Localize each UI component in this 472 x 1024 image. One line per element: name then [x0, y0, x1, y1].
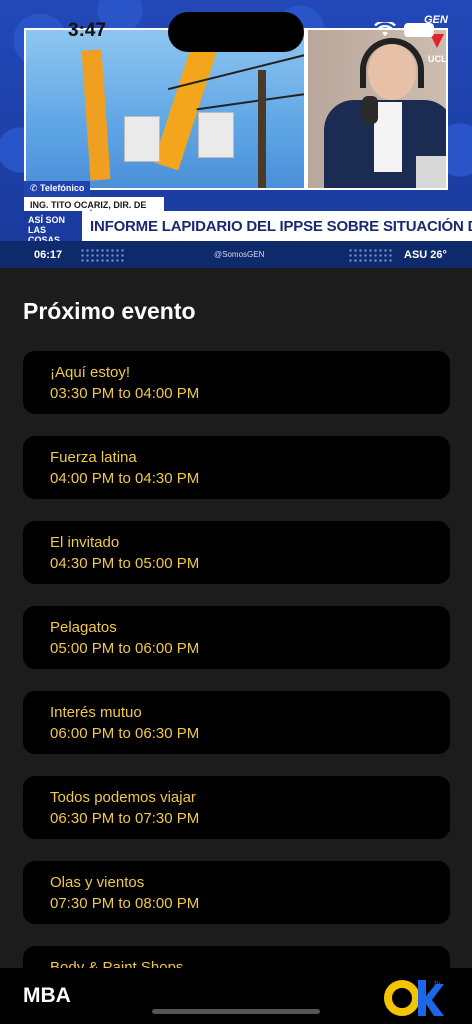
event-title: Todos podemos viajar	[50, 789, 196, 806]
utility-pole	[258, 70, 266, 188]
event-card[interactable]: Todos podemos viajar 06:30 PM to 07:30 P…	[23, 776, 450, 839]
event-title: Olas y vientos	[50, 874, 145, 891]
event-card[interactable]: Pelagatos 05:00 PM to 06:00 PM	[23, 606, 450, 669]
event-list: ¡Aquí estoy! 03:30 PM to 04:00 PM Fuerza…	[23, 351, 450, 1024]
event-title: El invitado	[50, 534, 120, 551]
aerial-bucket	[198, 112, 234, 158]
status-time: 3:47	[68, 20, 107, 41]
headline-text: INFORME LAPIDARIO DEL IPPSE SOBRE SITUAC…	[90, 217, 472, 235]
event-card[interactable]: Interés mutuo 06:00 PM to 06:30 PM	[23, 691, 450, 754]
ticker-dots	[80, 247, 124, 262]
news-ticker: 06:17 @SomosGEN ASU 26°	[0, 241, 472, 268]
microphone	[362, 96, 378, 124]
host-shirt	[374, 102, 402, 172]
status-icons	[374, 22, 434, 38]
ucl-label: UCL	[428, 54, 447, 64]
power-line	[196, 91, 304, 111]
home-indicator[interactable]	[152, 1009, 320, 1014]
phone-icon: ✆	[30, 183, 41, 193]
field-footage-panel	[24, 28, 306, 190]
crane-arm	[81, 49, 111, 181]
ticker-weather: ASU 26°	[404, 248, 447, 261]
event-time: 03:30 PM to 04:00 PM	[50, 385, 200, 402]
event-time: 04:00 PM to 04:30 PM	[50, 470, 200, 487]
event-time: 07:30 PM to 08:00 PM	[50, 895, 200, 912]
event-title: Fuerza latina	[50, 449, 137, 466]
event-card[interactable]: Fuerza latina 04:00 PM to 04:30 PM	[23, 436, 450, 499]
event-time: 06:30 PM to 07:30 PM	[50, 810, 200, 827]
ticker-time: 06:17	[34, 248, 63, 261]
event-title: Pelagatos	[50, 619, 117, 636]
ok-logo-sub: tv	[434, 979, 441, 988]
camera-notch	[168, 12, 304, 52]
event-card[interactable]: ¡Aquí estoy! 03:30 PM to 04:00 PM	[23, 351, 450, 414]
ok-tv-logo-icon[interactable]: tv	[384, 974, 444, 1018]
event-card[interactable]: El invitado 04:30 PM to 05:00 PM	[23, 521, 450, 584]
event-time: 04:30 PM to 05:00 PM	[50, 555, 200, 572]
section-title: Próximo evento	[23, 298, 196, 324]
video-player[interactable]: 3:47 GEN UCL ✆ Telefónico ING. TITO OCAR…	[0, 0, 472, 268]
source-label: ✆ Telefónico	[24, 181, 91, 196]
ticker-handle: @SomosGEN	[214, 250, 265, 259]
event-time: 06:00 PM to 06:30 PM	[50, 725, 200, 742]
event-title: ¡Aquí estoy!	[50, 364, 131, 381]
event-time: 05:00 PM to 06:00 PM	[50, 640, 200, 657]
bottom-bar: MBA tv	[0, 968, 472, 1024]
brand-label[interactable]: MBA	[23, 984, 71, 1008]
ticker-dots	[348, 247, 392, 262]
wifi-icon	[374, 22, 396, 36]
studio-host-panel	[306, 28, 448, 190]
aerial-bucket	[124, 116, 160, 162]
headline-bar: ASÍ SON LAS COSAS INFORME LAPIDARIO DEL …	[24, 211, 472, 245]
laptop	[416, 156, 446, 188]
event-title: Interés mutuo	[50, 704, 142, 721]
battery-icon	[404, 23, 434, 37]
event-card[interactable]: Olas y vientos 07:30 PM to 08:00 PM	[23, 861, 450, 924]
show-logo: ASÍ SON LAS COSAS	[24, 211, 82, 245]
headphones	[360, 38, 424, 88]
